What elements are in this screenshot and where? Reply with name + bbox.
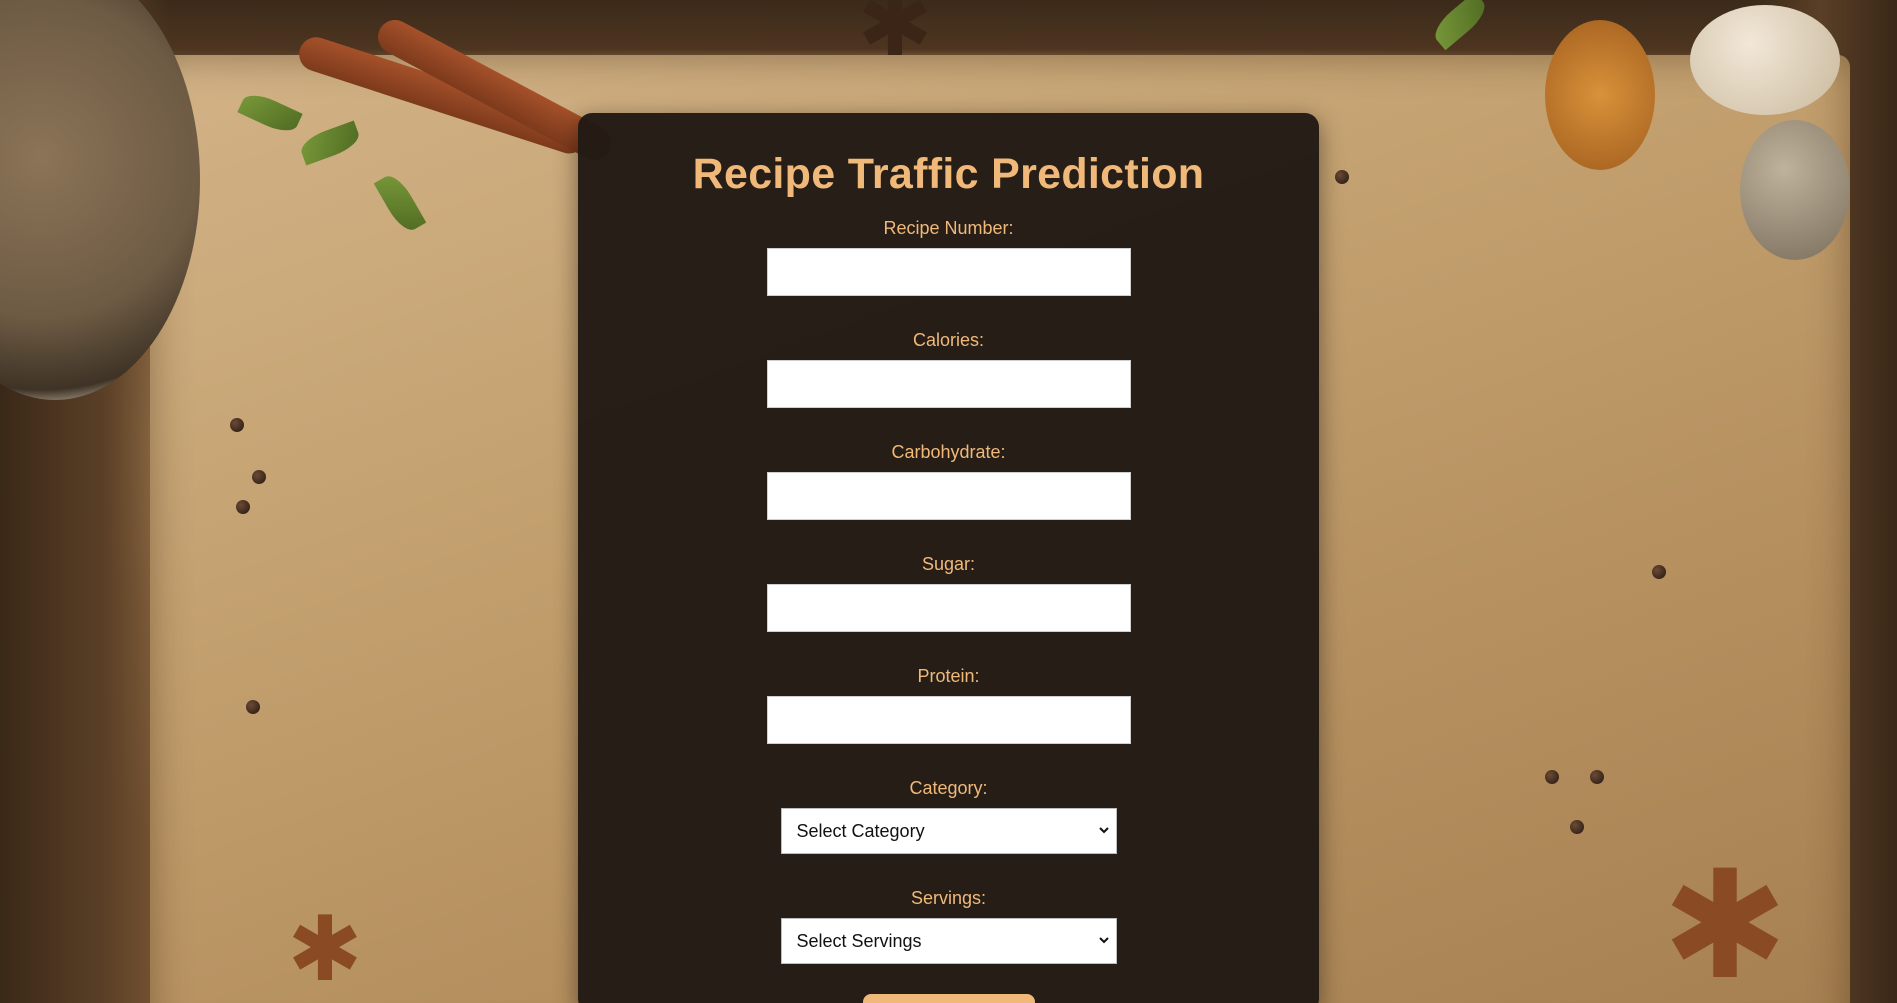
peppercorn-decoration bbox=[252, 470, 266, 484]
garlic-decoration bbox=[1690, 5, 1840, 115]
garlic-decoration bbox=[1740, 120, 1850, 260]
chevron-down-icon bbox=[1098, 937, 1109, 944]
chevron-down-icon bbox=[1098, 827, 1109, 834]
calories-input[interactable] bbox=[766, 360, 1131, 408]
recipe-number-field: Recipe Number: bbox=[578, 217, 1319, 296]
category-select-value: Select Category bbox=[796, 821, 925, 841]
category-select[interactable]: Select Category bbox=[780, 808, 1117, 854]
peppercorn-decoration bbox=[1652, 565, 1666, 579]
garlic-decoration bbox=[1545, 20, 1655, 170]
carbohydrate-field: Carbohydrate: bbox=[578, 441, 1319, 520]
recipe-number-input[interactable] bbox=[766, 248, 1131, 296]
spice-bowl-decoration bbox=[0, 0, 200, 400]
servings-select[interactable]: Select Servings bbox=[780, 918, 1117, 964]
peppercorn-decoration bbox=[1570, 820, 1584, 834]
bay-leaf-decoration bbox=[297, 120, 363, 166]
peppercorn-decoration bbox=[1590, 770, 1604, 784]
sugar-label: Sugar: bbox=[921, 554, 976, 574]
servings-field: Servings: Select Servings bbox=[578, 887, 1319, 964]
prediction-form-card: Recipe Traffic Prediction Recipe Number:… bbox=[578, 113, 1319, 1003]
calories-label: Calories: bbox=[912, 330, 985, 350]
calories-field: Calories: bbox=[578, 329, 1319, 408]
peppercorn-decoration bbox=[236, 500, 250, 514]
bay-leaf-decoration bbox=[1428, 0, 1492, 51]
servings-label: Servings: bbox=[910, 888, 987, 908]
sugar-field: Sugar: bbox=[578, 553, 1319, 632]
carbohydrate-label: Carbohydrate: bbox=[891, 442, 1006, 462]
peppercorn-decoration bbox=[246, 700, 260, 714]
wood-texture-left bbox=[0, 0, 170, 1003]
peppercorn-decoration bbox=[230, 418, 244, 432]
category-label: Category: bbox=[909, 778, 988, 798]
submit-button[interactable] bbox=[862, 994, 1035, 1003]
wood-texture-top bbox=[0, 0, 1897, 70]
peppercorn-decoration bbox=[1335, 170, 1349, 184]
sugar-input[interactable] bbox=[766, 584, 1131, 632]
star-anise-decoration: ✱ bbox=[857, 0, 933, 75]
page-title: Recipe Traffic Prediction bbox=[692, 150, 1205, 198]
peppercorn-decoration bbox=[1545, 770, 1559, 784]
star-anise-decoration: ✱ bbox=[287, 900, 363, 1000]
star-anise-decoration: ✱ bbox=[1662, 841, 1788, 1003]
protein-label: Protein: bbox=[917, 666, 980, 686]
servings-select-value: Select Servings bbox=[796, 931, 922, 951]
protein-input[interactable] bbox=[766, 696, 1131, 744]
protein-field: Protein: bbox=[578, 665, 1319, 744]
category-field: Category: Select Category bbox=[578, 777, 1319, 854]
wood-texture-right bbox=[1757, 0, 1897, 1003]
bay-leaf-decoration bbox=[373, 170, 427, 236]
carbohydrate-input[interactable] bbox=[766, 472, 1131, 520]
bay-leaf-decoration bbox=[237, 88, 303, 138]
cinnamon-stick-decoration bbox=[294, 32, 591, 158]
recipe-number-label: Recipe Number: bbox=[883, 218, 1014, 238]
